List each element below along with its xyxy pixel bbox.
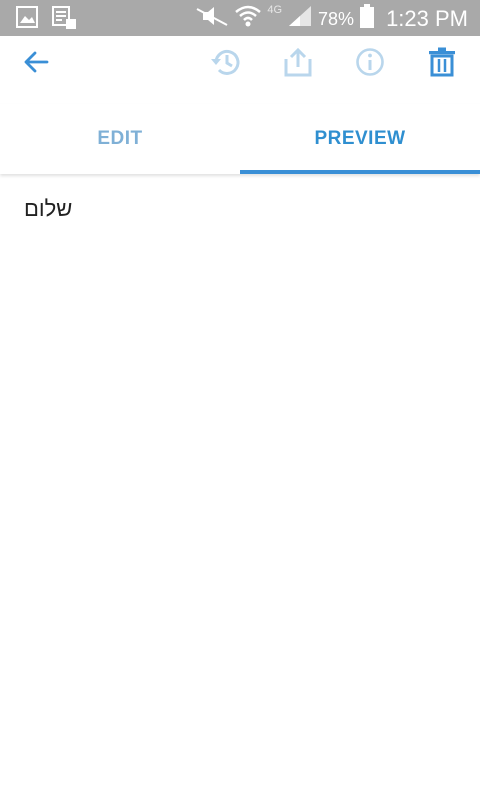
tab-preview[interactable]: PREVIEW [240, 104, 480, 174]
wifi-icon [235, 5, 262, 33]
signal-icon [288, 5, 312, 33]
info-button[interactable] [350, 44, 390, 84]
status-bar: 4G 78% 1:23 PM [0, 0, 480, 36]
messages-notification-icon [52, 6, 78, 35]
delete-button[interactable] [422, 44, 462, 84]
tab-bar: EDIT PREVIEW [0, 104, 480, 174]
battery-percent: 78% [318, 8, 355, 29]
share-button[interactable] [278, 44, 318, 84]
toolbar [0, 36, 480, 92]
battery-icon [360, 4, 375, 34]
history-icon [210, 46, 242, 83]
mute-icon [195, 5, 229, 33]
share-icon [283, 47, 313, 82]
gallery-notification-icon [16, 6, 38, 35]
clock: 1:23 PM [386, 6, 468, 31]
trash-icon [428, 47, 456, 82]
network-type-label: 4G [267, 4, 283, 16]
tab-edit[interactable]: EDIT [0, 104, 240, 174]
info-icon [355, 47, 385, 82]
arrow-left-icon [22, 48, 50, 81]
preview-text: שלום [24, 196, 73, 221]
back-button[interactable] [16, 44, 56, 84]
history-button[interactable] [206, 44, 246, 84]
preview-content: שלום [24, 196, 456, 222]
